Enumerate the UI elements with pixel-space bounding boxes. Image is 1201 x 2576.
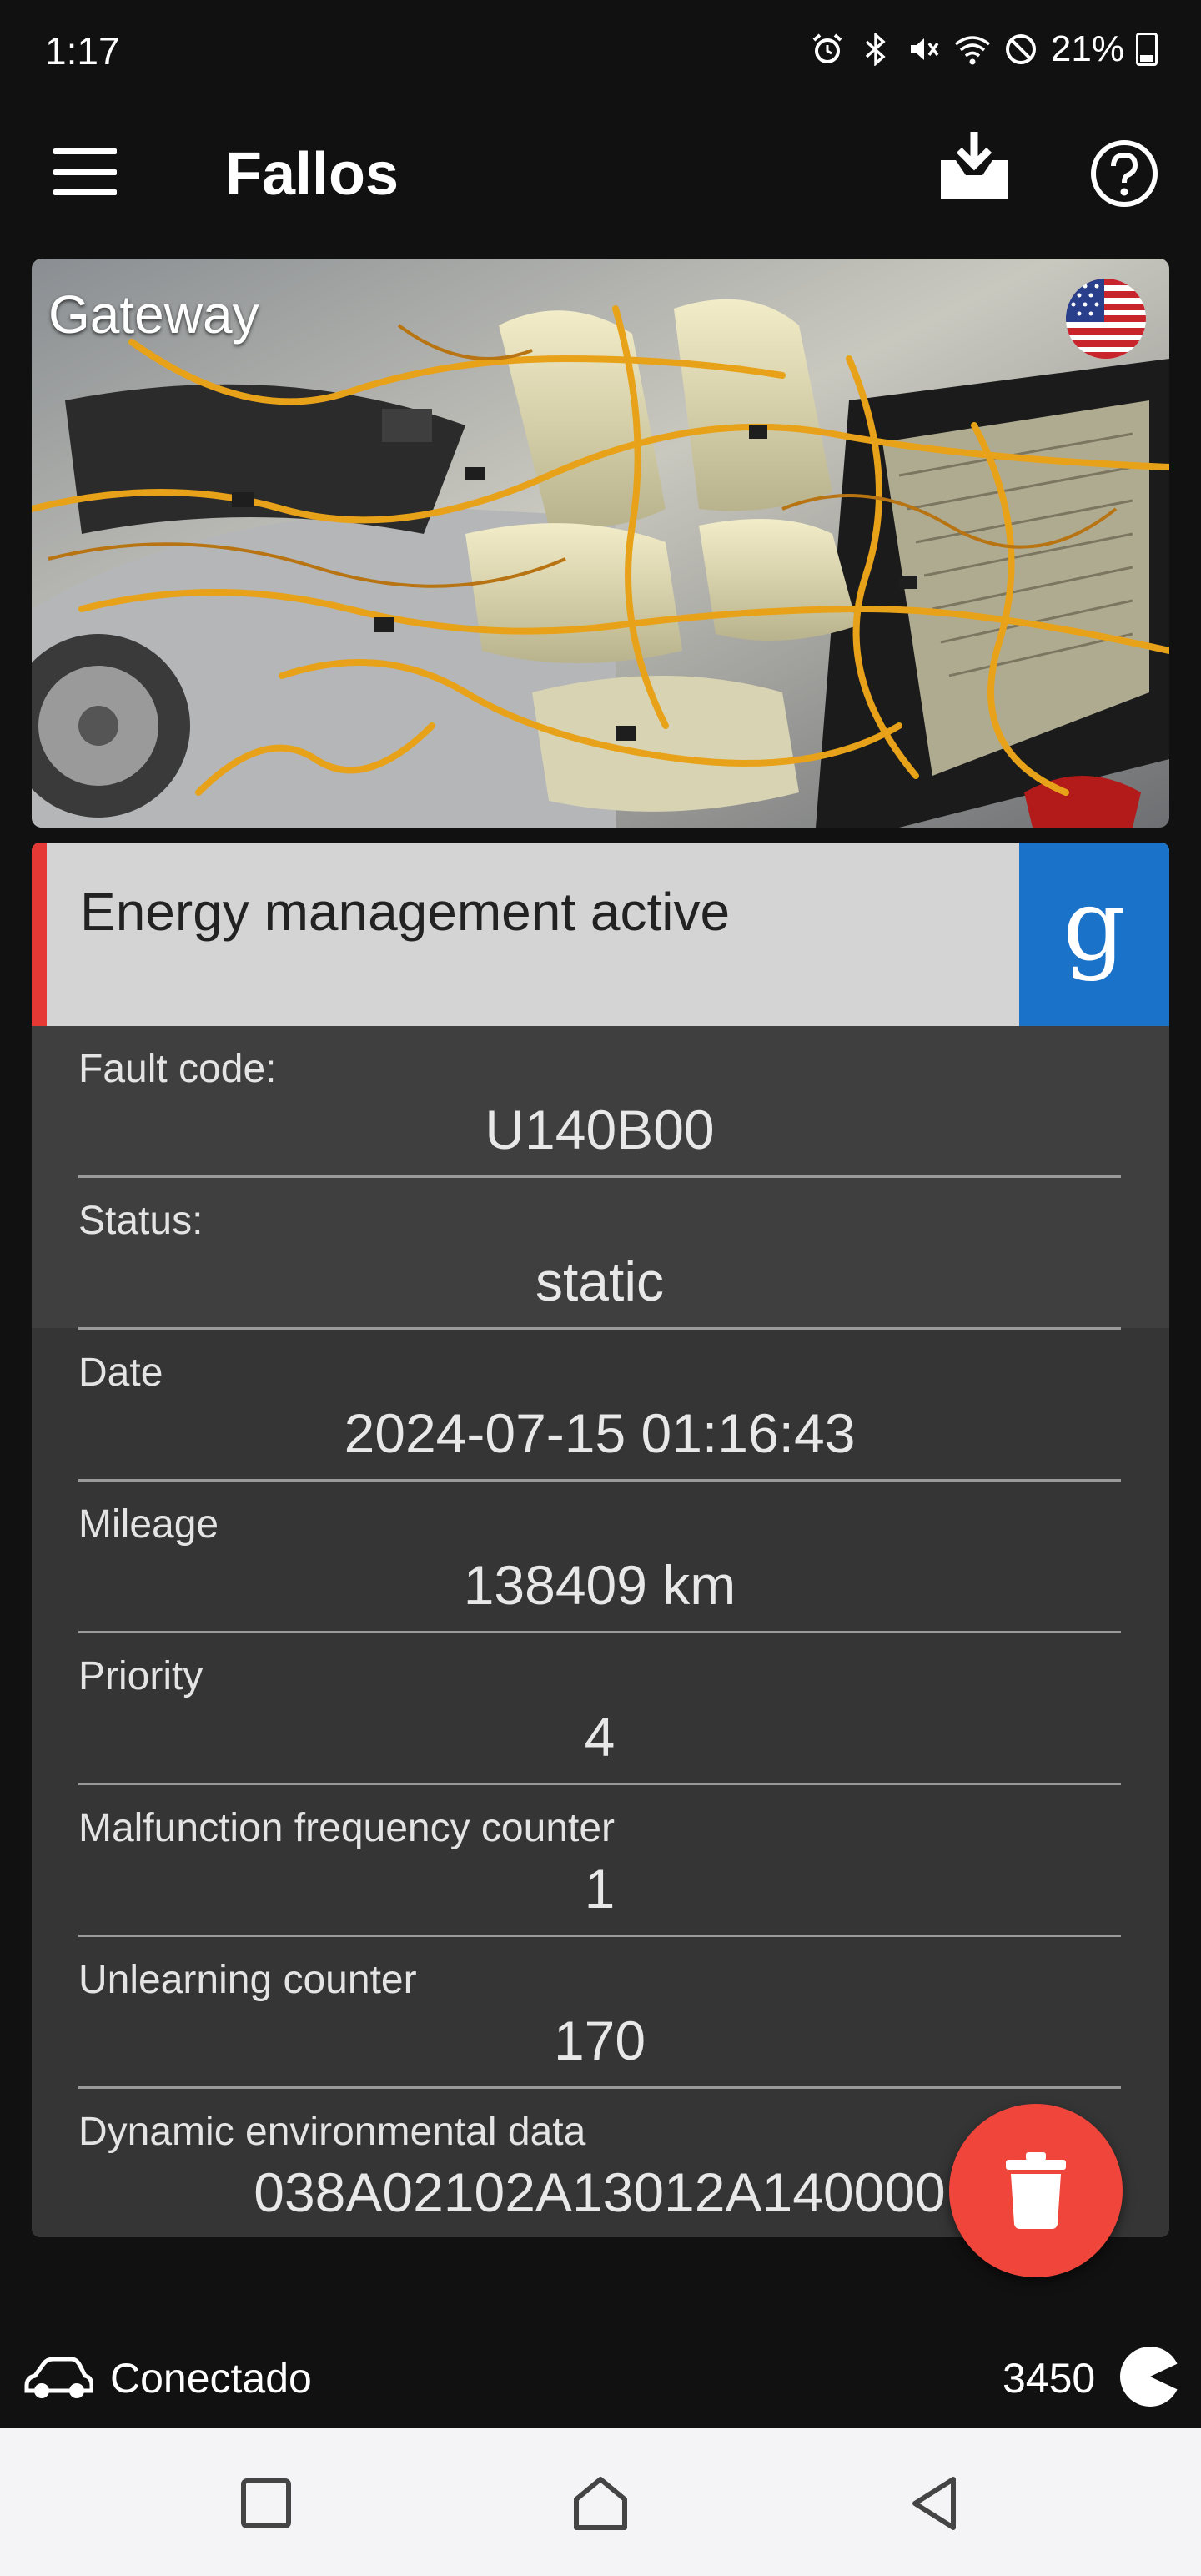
fault-title: Energy management active <box>80 882 731 942</box>
battery-percent: 21% <box>1050 28 1124 69</box>
pacman-icon <box>1118 2344 1183 2409</box>
menu-icon[interactable] <box>53 148 117 195</box>
field-value: 138409 km <box>463 1554 736 1616</box>
us-flag-icon[interactable] <box>1066 279 1146 359</box>
car-icon <box>23 2352 94 2402</box>
recents-button[interactable] <box>235 2473 297 2534</box>
status-time: 1:17 <box>45 29 120 73</box>
field-value: 1 <box>584 1858 616 1919</box>
system-navigation-bar <box>0 2428 1201 2576</box>
field-value: 170 <box>553 2010 646 2071</box>
connection-counter: 3450 <box>1003 2355 1096 2402</box>
battery-icon <box>1136 33 1158 66</box>
status-field: Status: static <box>78 1178 1121 1330</box>
field-label: Dynamic environmental data <box>78 2110 586 2154</box>
status-bar: 1:17 21% <box>0 0 1201 108</box>
field-value: 2024-07-15 01:16:43 <box>344 1402 856 1464</box>
vibrate-mute-icon <box>906 31 942 68</box>
field-label: Date <box>78 1351 163 1395</box>
field-label: Malfunction frequency counter <box>78 1806 616 1850</box>
page-title: Fallos <box>225 141 399 208</box>
field-label: Fault code: <box>78 1047 277 1091</box>
wifi-icon <box>954 31 991 68</box>
download-icon[interactable] <box>934 127 1014 207</box>
priority-field: Priority 4 <box>78 1633 1121 1785</box>
mileage-field: Mileage 138409 km <box>78 1482 1121 1633</box>
fault-code-field: Fault code: U140B00 <box>78 1026 1121 1178</box>
fault-severity-bar <box>32 843 47 1026</box>
unlearning-counter-field: Unlearning counter 170 <box>78 1937 1121 2089</box>
module-image: Gateway <box>32 259 1169 828</box>
field-value: U140B00 <box>485 1099 715 1160</box>
home-button[interactable] <box>570 2473 631 2534</box>
module-title: Gateway <box>48 284 259 345</box>
fault-card: Energy management active g Fault code: U… <box>32 843 1169 2237</box>
do-not-disturb-icon <box>1003 31 1039 68</box>
alarm-icon <box>809 31 846 68</box>
malfunction-frequency-field: Malfunction frequency counter 1 <box>78 1785 1121 1937</box>
google-g-label: g <box>1063 868 1126 983</box>
date-field: Date 2024-07-15 01:16:43 <box>78 1330 1121 1482</box>
fault-header[interactable]: Energy management active <box>32 843 1169 1026</box>
bluetooth-icon <box>857 31 894 68</box>
connection-label: Conectado <box>110 2355 312 2402</box>
field-value: static <box>535 1250 665 1312</box>
connection-status-bar: Conectado 3450 <box>0 2327 1201 2428</box>
field-label: Mileage <box>78 1502 219 1547</box>
field-label: Status: <box>78 1199 204 1243</box>
trash-icon <box>1006 2152 1066 2229</box>
back-button[interactable] <box>905 2473 967 2534</box>
field-label: Unlearning counter <box>78 1958 417 2002</box>
status-icons: 21% <box>809 28 1158 70</box>
field-label: Priority <box>78 1654 204 1698</box>
help-icon[interactable] <box>1089 138 1159 209</box>
app-bar: Fallos <box>0 108 1201 234</box>
delete-button[interactable] <box>949 2104 1123 2277</box>
field-value: 4 <box>584 1706 616 1768</box>
google-search-button[interactable]: g <box>1019 843 1169 1026</box>
